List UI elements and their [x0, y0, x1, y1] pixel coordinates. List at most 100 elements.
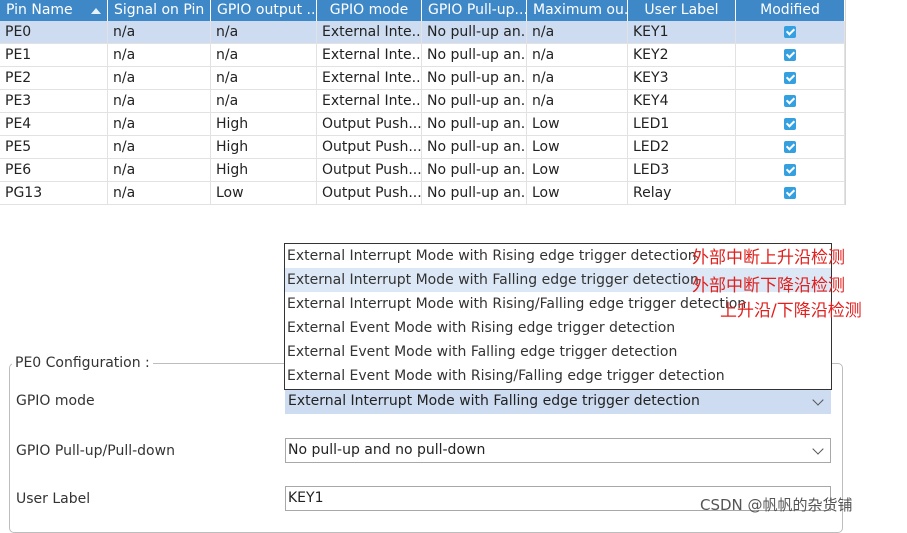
cell-label: Relay: [628, 182, 736, 205]
gpio-mode-value: External Interrupt Mode with Falling edg…: [288, 393, 700, 409]
cell-max: n/a: [527, 21, 628, 44]
column-header-user-label[interactable]: User Label: [628, 0, 736, 21]
cell-signal: n/a: [108, 113, 211, 136]
cell-label: LED3: [628, 159, 736, 182]
cell-pin: PG13: [0, 182, 108, 205]
table-row[interactable]: PE2 n/a n/a External Inte... No pull-up an..…: [0, 67, 845, 90]
table-scrollbar-track[interactable]: [845, 0, 846, 205]
cell-max: Low: [527, 182, 628, 205]
checkbox-checked-icon[interactable]: [784, 26, 796, 38]
cell-label: LED2: [628, 136, 736, 159]
cell-label: LED1: [628, 113, 736, 136]
cell-max: n/a: [527, 67, 628, 90]
chevron-down-icon[interactable]: [812, 443, 824, 455]
checkbox-checked-icon[interactable]: [784, 95, 796, 107]
cell-output: n/a: [211, 44, 317, 67]
column-header-modified[interactable]: Modified: [736, 0, 845, 21]
cell-pin: PE2: [0, 67, 108, 90]
table-body: PE0 n/a n/a External Inte... No pull-up an..…: [0, 21, 845, 205]
column-header-signal[interactable]: Signal on Pin: [108, 0, 211, 21]
dropdown-option-event-falling[interactable]: External Event Mode with Falling edge tr…: [285, 340, 831, 364]
column-header-gpio-pull[interactable]: GPIO Pull-up...: [422, 0, 527, 21]
cell-pin: PE1: [0, 44, 108, 67]
cell-max: Low: [527, 159, 628, 182]
cell-max: Low: [527, 136, 628, 159]
chevron-down-icon[interactable]: [812, 394, 824, 406]
gpio-pull-label: GPIO Pull-up/Pull-down: [16, 443, 175, 459]
cell-modified: [736, 67, 845, 90]
cell-signal: n/a: [108, 67, 211, 90]
cell-mode: Output Push...: [317, 113, 422, 136]
table-row[interactable]: PG13 n/a Low Output Push... No pull-up an...…: [0, 182, 845, 205]
configuration-title: PE0 Configuration :: [12, 355, 153, 371]
cell-pin: PE4: [0, 113, 108, 136]
cell-pull: No pull-up an...: [422, 44, 527, 67]
gpio-pull-value: No pull-up and no pull-down: [288, 442, 486, 458]
annotation-falling: 外部中断下降沿检测: [692, 276, 845, 296]
cell-pull: No pull-up an...: [422, 182, 527, 205]
cell-label: KEY4: [628, 90, 736, 113]
cell-signal: n/a: [108, 159, 211, 182]
table-header: Pin Name Signal on Pin GPIO output ... G…: [0, 0, 845, 21]
cell-modified: [736, 90, 845, 113]
checkbox-checked-icon[interactable]: [784, 164, 796, 176]
cell-label: KEY3: [628, 67, 736, 90]
gpio-pin-table: Pin Name Signal on Pin GPIO output ... G…: [0, 0, 845, 205]
cell-label: KEY1: [628, 21, 736, 44]
checkbox-checked-icon[interactable]: [784, 118, 796, 130]
table-row[interactable]: PE3 n/a n/a External Inte... No pull-up an..…: [0, 90, 845, 113]
user-label-label: User Label: [16, 491, 91, 507]
cell-pull: No pull-up an...: [422, 21, 527, 44]
column-header-gpio-output[interactable]: GPIO output ...: [211, 0, 317, 21]
gpio-pull-select[interactable]: No pull-up and no pull-down: [285, 438, 831, 463]
gpio-mode-label: GPIO mode: [16, 393, 95, 409]
cell-max: Low: [527, 113, 628, 136]
annotation-rising: 外部中断上升沿检测: [692, 248, 845, 268]
cell-pull: No pull-up an...: [422, 90, 527, 113]
cell-max: n/a: [527, 90, 628, 113]
column-header-max-speed[interactable]: Maximum ou...: [527, 0, 628, 21]
table-row[interactable]: PE6 n/a High Output Push... No pull-up an...…: [0, 159, 845, 182]
annotation-both-edges: 上升沿/下降沿检测: [720, 301, 862, 321]
cell-pull: No pull-up an...: [422, 113, 527, 136]
table-row[interactable]: PE4 n/a High Output Push... No pull-up an...…: [0, 113, 845, 136]
cell-output: n/a: [211, 67, 317, 90]
sort-ascending-icon[interactable]: [91, 8, 101, 14]
cell-output: High: [211, 113, 317, 136]
table-row[interactable]: PE5 n/a High Output Push... No pull-up an...…: [0, 136, 845, 159]
cell-mode: External Inte...: [317, 67, 422, 90]
cell-output: High: [211, 159, 317, 182]
cell-pull: No pull-up an...: [422, 67, 527, 90]
watermark: CSDN @帆帆的杂货铺: [700, 496, 853, 514]
cell-mode: Output Push...: [317, 159, 422, 182]
gpio-mode-select[interactable]: External Interrupt Mode with Falling edg…: [285, 389, 831, 414]
cell-output: n/a: [211, 90, 317, 113]
cell-signal: n/a: [108, 90, 211, 113]
table-row[interactable]: PE1 n/a n/a External Inte... No pull-up an..…: [0, 44, 845, 67]
cell-signal: n/a: [108, 21, 211, 44]
checkbox-checked-icon[interactable]: [784, 187, 796, 199]
cell-max: n/a: [527, 44, 628, 67]
cell-pin: PE6: [0, 159, 108, 182]
cell-mode: Output Push...: [317, 136, 422, 159]
cell-pin: PE5: [0, 136, 108, 159]
cell-pin: PE3: [0, 90, 108, 113]
cell-mode: External Inte...: [317, 44, 422, 67]
cell-mode: Output Push...: [317, 182, 422, 205]
column-header-gpio-mode[interactable]: GPIO mode: [317, 0, 422, 21]
cell-pull: No pull-up an...: [422, 136, 527, 159]
cell-modified: [736, 113, 845, 136]
cell-modified: [736, 136, 845, 159]
dropdown-option-event-rising-falling[interactable]: External Event Mode with Rising/Falling …: [285, 364, 831, 388]
cell-signal: n/a: [108, 44, 211, 67]
checkbox-checked-icon[interactable]: [784, 141, 796, 153]
cell-pull: No pull-up an...: [422, 159, 527, 182]
column-header-pin-name[interactable]: Pin Name: [0, 0, 108, 21]
checkbox-checked-icon[interactable]: [784, 49, 796, 61]
checkbox-checked-icon[interactable]: [784, 72, 796, 84]
table-row[interactable]: PE0 n/a n/a External Inte... No pull-up an..…: [0, 21, 845, 44]
cell-modified: [736, 44, 845, 67]
cell-output: n/a: [211, 21, 317, 44]
cell-mode: External Inte...: [317, 21, 422, 44]
cell-output: High: [211, 136, 317, 159]
